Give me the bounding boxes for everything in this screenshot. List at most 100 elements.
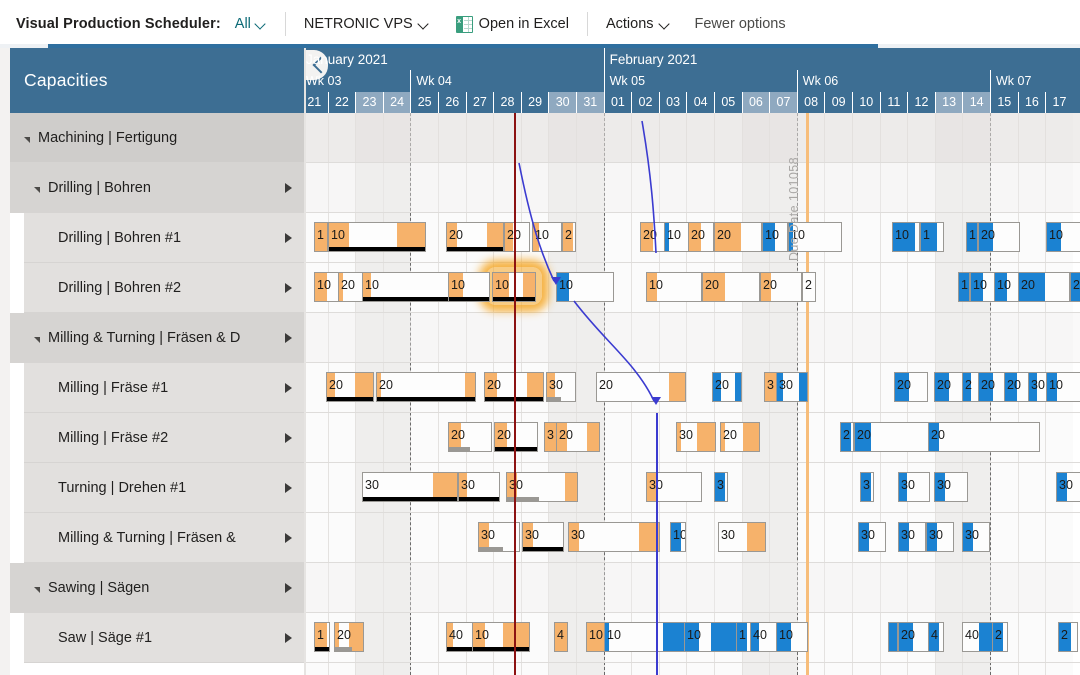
sidebar-row-3[interactable]: Drilling | Bohren #2: [24, 263, 306, 313]
gantt-bar[interactable]: 20: [712, 372, 742, 402]
gantt-bar[interactable]: 10: [472, 622, 530, 652]
gantt-bar[interactable]: 30: [646, 472, 702, 502]
gantt-bar[interactable]: 20: [334, 622, 364, 652]
sidebar-row-5[interactable]: Milling | Fräse #1: [24, 363, 306, 413]
gantt-grid[interactable]: 1102020102201020201010101120101020101010…: [306, 113, 1080, 675]
gantt-bar[interactable]: 20: [714, 222, 762, 252]
gantt-bar[interactable]: [888, 622, 898, 652]
gantt-bar[interactable]: 1: [920, 222, 944, 252]
expand-arrow-icon[interactable]: [285, 333, 292, 343]
gantt-bar[interactable]: 20: [596, 372, 686, 402]
gantt-bar[interactable]: 20: [760, 272, 802, 302]
gantt-row[interactable]: [306, 163, 1080, 213]
gantt-bar[interactable]: 10: [892, 222, 920, 252]
expand-arrow-icon[interactable]: [285, 383, 292, 393]
gantt-bar[interactable]: 30: [898, 522, 926, 552]
gantt-bar[interactable]: 30: [776, 372, 808, 402]
gantt-bar[interactable]: 3: [714, 472, 728, 502]
gantt-bar[interactable]: 10: [670, 522, 686, 552]
gantt-bar[interactable]: 30: [458, 472, 500, 502]
gantt-bar[interactable]: 20: [640, 222, 666, 252]
gantt-bar[interactable]: 20: [338, 272, 364, 302]
gantt-bar[interactable]: 4: [554, 622, 568, 652]
gantt-bar[interactable]: 10: [664, 222, 690, 252]
gantt-bar[interactable]: 2: [562, 222, 576, 252]
gantt-bar[interactable]: 2: [840, 422, 854, 452]
gantt-row[interactable]: [306, 313, 1080, 363]
gantt-bar[interactable]: 20: [978, 222, 1020, 252]
expand-arrow-icon[interactable]: [285, 533, 292, 543]
gantt-bar[interactable]: 20: [556, 422, 600, 452]
gantt-bar[interactable]: 10: [314, 272, 340, 302]
filter-dropdown[interactable]: All: [235, 16, 267, 32]
gantt-bar[interactable]: 10: [776, 622, 808, 652]
expand-arrow-icon[interactable]: [285, 283, 292, 293]
gantt-bar[interactable]: 10: [1046, 372, 1080, 402]
collapse-triangle-icon[interactable]: [24, 137, 30, 143]
sidebar-row-2[interactable]: Drilling | Bohren #1: [24, 213, 306, 263]
gantt-bar[interactable]: 10: [448, 272, 490, 302]
gantt-bar[interactable]: 20: [1070, 272, 1080, 302]
expand-arrow-icon[interactable]: [285, 483, 292, 493]
gantt-bar[interactable]: 30: [926, 522, 954, 552]
gantt-bar[interactable]: 10: [1046, 222, 1080, 252]
gantt-bar[interactable]: 20: [1018, 272, 1070, 302]
gantt-bar[interactable]: 30: [506, 472, 578, 502]
sidebar-row-0[interactable]: Machining | Fertigung: [10, 113, 306, 163]
actions-menu[interactable]: Actions: [606, 16, 671, 32]
fewer-options-button[interactable]: Fewer options: [695, 16, 786, 32]
gantt-bar[interactable]: 30: [546, 372, 576, 402]
gantt-bar[interactable]: 20: [894, 372, 928, 402]
gantt-bar[interactable]: 10: [684, 622, 738, 652]
sidebar-row-6[interactable]: Milling | Fräse #2: [24, 413, 306, 463]
netronic-vps-menu[interactable]: NETRONIC VPS: [304, 16, 430, 32]
gantt-bar[interactable]: 20: [978, 372, 1006, 402]
gantt-bar[interactable]: 10: [762, 222, 788, 252]
gantt-bar[interactable]: 40: [962, 622, 996, 652]
sidebar-row-8[interactable]: Milling & Turning | Fräsen &: [24, 513, 306, 563]
expand-arrow-icon[interactable]: [285, 433, 292, 443]
gantt-bar[interactable]: 30: [1056, 472, 1080, 502]
sidebar-row-4[interactable]: Milling & Turning | Fräsen & D: [10, 313, 306, 363]
gantt-bar[interactable]: 1: [314, 622, 330, 652]
gantt-bar[interactable]: 10: [646, 272, 702, 302]
expand-arrow-icon[interactable]: [285, 183, 292, 193]
gantt-bar[interactable]: 20: [494, 422, 538, 452]
gantt-bar[interactable]: 30: [962, 522, 990, 552]
gantt-bar[interactable]: 30: [568, 522, 660, 552]
gantt-bar[interactable]: 40: [446, 622, 474, 652]
collapse-triangle-icon[interactable]: [34, 587, 40, 593]
gantt-bar[interactable]: 10: [586, 622, 606, 652]
gantt-bar[interactable]: 10: [556, 272, 614, 302]
sidebar-row-9[interactable]: Sawing | Sägen: [10, 563, 306, 613]
sidebar-row-10[interactable]: Saw | Säge #1: [24, 613, 306, 663]
gantt-bar[interactable]: 20: [446, 222, 504, 252]
sidebar-row-1[interactable]: Drilling | Bohren: [10, 163, 306, 213]
gantt-bar[interactable]: 10: [362, 272, 450, 302]
gantt-bar[interactable]: 10: [604, 622, 686, 652]
gantt-row[interactable]: [306, 113, 1080, 163]
gantt-bar[interactable]: 1: [314, 222, 328, 252]
collapse-triangle-icon[interactable]: [34, 187, 40, 193]
gantt-bar[interactable]: 1: [958, 272, 970, 302]
gantt-bar[interactable]: 30: [362, 472, 458, 502]
gantt-bar[interactable]: 2: [1058, 622, 1078, 652]
gantt-bar[interactable]: 30: [934, 472, 968, 502]
gantt-bar[interactable]: 30: [522, 522, 564, 552]
gantt-row[interactable]: [306, 563, 1080, 613]
gantt-bar[interactable]: 30: [858, 522, 886, 552]
expand-arrow-icon[interactable]: [285, 583, 292, 593]
gantt-bar[interactable]: 1: [966, 222, 978, 252]
gantt-bar[interactable]: 4: [928, 622, 944, 652]
expand-arrow-icon[interactable]: [285, 633, 292, 643]
gantt-bar[interactable]: 30: [898, 472, 930, 502]
gantt-bar[interactable]: 30: [676, 422, 716, 452]
gantt-bar[interactable]: 30: [718, 522, 766, 552]
gantt-bar[interactable]: 10: [328, 222, 426, 252]
open-in-excel-button[interactable]: x Open in Excel: [456, 16, 569, 33]
gantt-bar[interactable]: 20: [504, 222, 530, 252]
gantt-bar[interactable]: 20: [376, 372, 476, 402]
gantt-bar[interactable]: 10: [532, 222, 562, 252]
gantt-bar[interactable]: 2: [802, 272, 816, 302]
gantt-bar[interactable]: 20: [720, 422, 760, 452]
